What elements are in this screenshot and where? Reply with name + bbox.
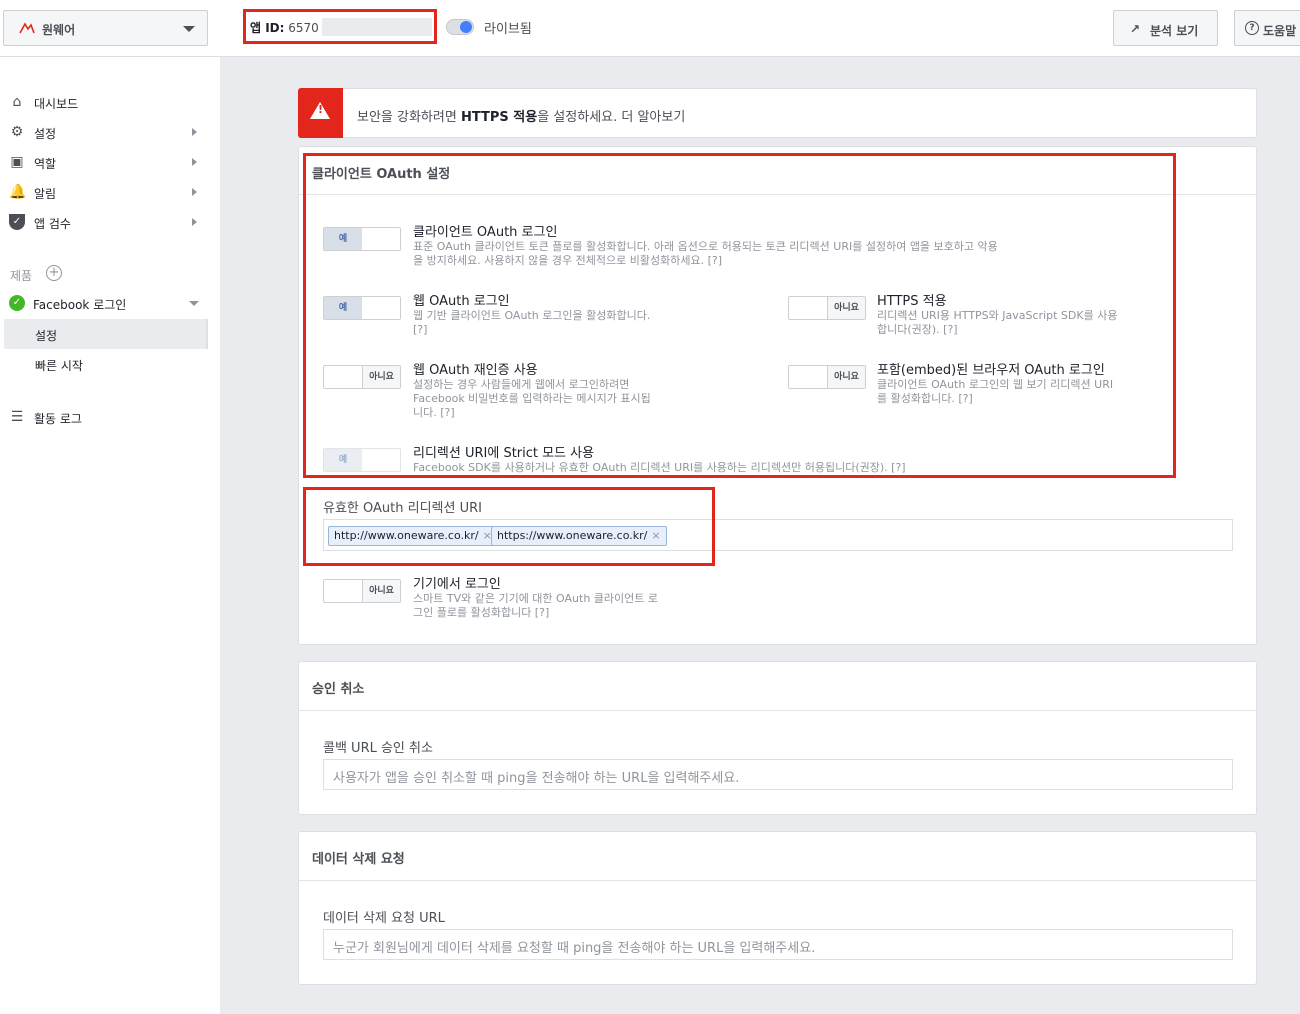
highlight-uri-box bbox=[303, 487, 715, 566]
live-toggle[interactable] bbox=[446, 19, 474, 35]
sidebar-item-alerts[interactable]: 🔔 알림 bbox=[0, 178, 215, 206]
check-circle-icon: ✓ bbox=[9, 295, 25, 311]
help-icon: ? bbox=[1245, 21, 1259, 35]
data-deletion-panel: 데이터 삭제 요청 데이터 삭제 요청 URL 누군가 회원님에게 데이터 삭제… bbox=[298, 831, 1257, 985]
top-bar: 원웨어 앱 ID: 6570 라이브됨 ↗ 분석 보기 ? 도움말 bbox=[0, 0, 1300, 57]
analytics-button[interactable]: ↗ 분석 보기 bbox=[1113, 10, 1218, 46]
device-login-title: 기기에서 로그인 bbox=[413, 577, 501, 592]
sidebar-item-activity-log[interactable]: ☰ 활동 로그 bbox=[0, 403, 215, 431]
device-login-desc: 스마트 TV와 같은 기기에 대한 OAuth 클라이언트 로그인 플로를 활성… bbox=[413, 592, 659, 619]
gear-icon: ⚙ bbox=[10, 124, 24, 140]
redacted-mask bbox=[322, 18, 432, 36]
learn-more-link[interactable]: 을 설정하세요. 더 알아보기 bbox=[537, 110, 685, 125]
app-id-label: 앱 ID: bbox=[250, 21, 285, 35]
alert-message: 보안을 강화하려면 HTTPS 적용을 설정하세요. 더 알아보기 bbox=[357, 110, 686, 125]
live-label: 라이브됨 bbox=[484, 22, 532, 37]
sidebar: ⌂ 대시보드 ⚙ 설정 ▣ 역할 🔔 알림 ✓ 앱 검수 제품 + ✓ Face… bbox=[0, 57, 220, 1014]
data-deletion-url-input[interactable]: 누군가 회원님에게 데이터 삭제를 요청할 때 ping을 전송해야 하는 UR… bbox=[323, 929, 1233, 960]
sidebar-item-facebook-login[interactable]: ✓ Facebook 로그인 bbox=[0, 289, 215, 317]
list-icon: ☰ bbox=[10, 409, 24, 425]
device-login-toggle[interactable]: 아니요 bbox=[323, 579, 401, 603]
deauthorize-panel: 승인 취소 콜백 URL 승인 취소 사용자가 앱을 승인 취소할 때 ping… bbox=[298, 661, 1257, 815]
app-name: 원웨어 bbox=[42, 23, 76, 37]
sidebar-item-roles[interactable]: ▣ 역할 bbox=[0, 148, 215, 176]
sidebar-item-settings[interactable]: ⚙ 설정 bbox=[0, 118, 215, 146]
https-alert: ! 보안을 강화하려면 HTTPS 적용을 설정하세요. 더 알아보기 bbox=[298, 88, 1257, 138]
chevron-right-icon bbox=[192, 158, 197, 166]
chevron-right-icon bbox=[192, 218, 197, 226]
chevron-down-icon bbox=[189, 301, 199, 306]
app-selector[interactable]: 원웨어 bbox=[3, 10, 208, 46]
data-deletion-label: 데이터 삭제 요청 URL bbox=[323, 911, 445, 926]
chevron-right-icon bbox=[192, 128, 197, 136]
products-label: 제품 bbox=[10, 269, 33, 283]
highlight-oauth-box bbox=[303, 153, 1176, 478]
home-icon: ⌂ bbox=[12, 94, 22, 110]
sidebar-subitem-settings[interactable]: 설정 bbox=[4, 319, 208, 349]
shield-check-icon: ✓ bbox=[9, 214, 25, 230]
sidebar-subitem-quickstart[interactable]: 빠른 시작 bbox=[4, 349, 208, 379]
deauth-label: 콜백 URL 승인 취소 bbox=[323, 741, 433, 756]
chevron-down-icon bbox=[183, 26, 195, 32]
trend-icon: ↗ bbox=[1130, 22, 1141, 36]
add-product-icon[interactable]: + bbox=[46, 265, 62, 281]
roles-icon: ▣ bbox=[10, 154, 24, 170]
app-id: 앱 ID: 6570 bbox=[243, 9, 437, 44]
app-logo-icon bbox=[19, 22, 35, 34]
chevron-right-icon bbox=[192, 188, 197, 196]
data-deletion-title: 데이터 삭제 요청 bbox=[312, 852, 405, 867]
help-button[interactable]: ? 도움말 bbox=[1234, 10, 1300, 46]
sidebar-item-app-review[interactable]: ✓ 앱 검수 bbox=[0, 208, 215, 236]
toggle-knob bbox=[460, 21, 472, 33]
deauth-title: 승인 취소 bbox=[312, 682, 365, 697]
deauth-callback-input[interactable]: 사용자가 앱을 승인 취소할 때 ping을 전송해야 하는 URL을 입력해주… bbox=[323, 759, 1233, 790]
app-id-value: 6570 bbox=[288, 21, 319, 35]
bell-icon: 🔔 bbox=[9, 184, 27, 200]
sidebar-item-dashboard[interactable]: ⌂ 대시보드 bbox=[0, 88, 215, 116]
